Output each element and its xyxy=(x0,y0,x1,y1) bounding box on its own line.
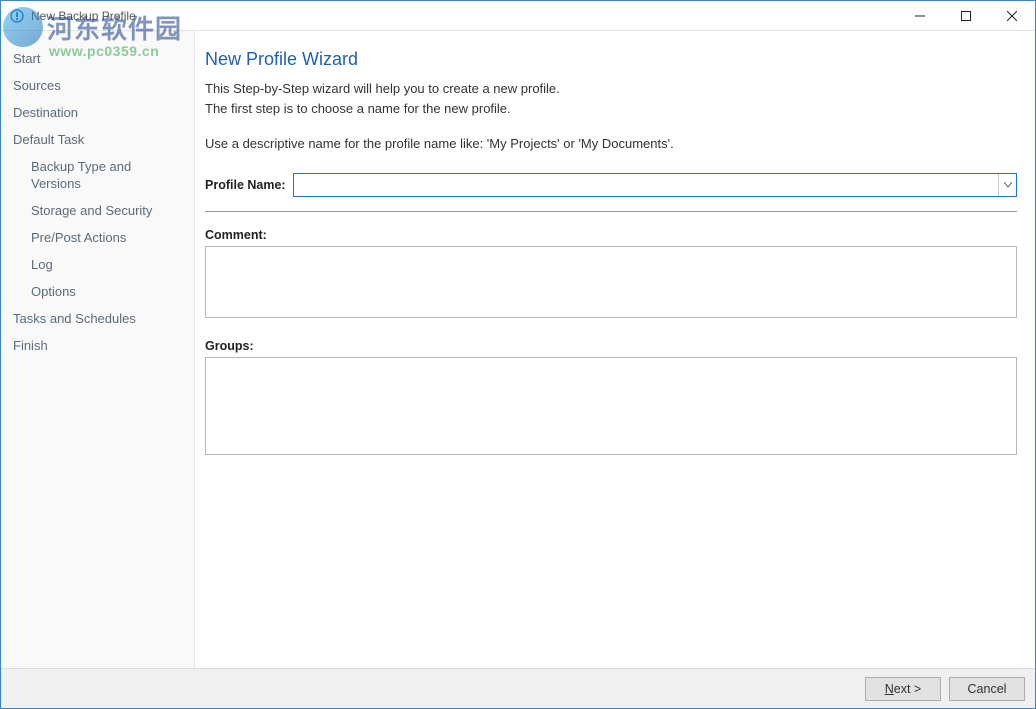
sidebar-item-backup-type[interactable]: Backup Type and Versions xyxy=(1,153,194,197)
sidebar-item-default-task[interactable]: Default Task xyxy=(1,126,194,153)
sidebar-item-log[interactable]: Log xyxy=(1,251,194,278)
sidebar-item-destination[interactable]: Destination xyxy=(1,99,194,126)
sidebar-item-finish[interactable]: Finish xyxy=(1,332,194,359)
titlebar[interactable]: New Backup Profile xyxy=(1,1,1035,31)
sidebar-item-label: Pre/Post Actions xyxy=(31,230,126,245)
sidebar-item-label: Log xyxy=(31,257,53,272)
maximize-button[interactable] xyxy=(943,1,989,30)
page-description: This Step-by-Step wizard will help you t… xyxy=(205,80,1017,120)
groups-listbox[interactable] xyxy=(205,357,1017,455)
minimize-button[interactable] xyxy=(897,1,943,30)
profile-name-label: Profile Name: xyxy=(205,178,293,192)
profile-name-row: Profile Name: xyxy=(205,173,1017,197)
sidebar-item-label: Backup Type and Versions xyxy=(31,159,131,191)
sidebar-item-start[interactable]: Start xyxy=(1,45,194,72)
sidebar-item-label: Storage and Security xyxy=(31,203,152,218)
desc-line: This Step-by-Step wizard will help you t… xyxy=(205,80,1017,98)
profile-name-combobox[interactable] xyxy=(293,173,1017,197)
sidebar-item-label: Tasks and Schedules xyxy=(13,311,136,326)
comment-field-wrap xyxy=(205,246,1017,321)
sidebar-item-label: Default Task xyxy=(13,132,84,147)
wizard-main-panel: New Profile Wizard This Step-by-Step wiz… xyxy=(195,31,1035,668)
sidebar-item-label: Destination xyxy=(13,105,78,120)
window-frame: 河东软件园 www.pc0359.cn New Backup Profile S… xyxy=(0,0,1036,709)
sidebar-item-options[interactable]: Options xyxy=(1,278,194,305)
sidebar-item-sources[interactable]: Sources xyxy=(1,72,194,99)
divider xyxy=(205,211,1017,212)
cancel-button-label: Cancel xyxy=(968,682,1007,696)
next-button-label: Next > xyxy=(885,682,921,696)
window-title: New Backup Profile xyxy=(31,9,136,23)
sidebar-item-tasks-schedules[interactable]: Tasks and Schedules xyxy=(1,305,194,332)
page-heading: New Profile Wizard xyxy=(205,49,1017,70)
close-button[interactable] xyxy=(989,1,1035,30)
sidebar-item-label: Options xyxy=(31,284,76,299)
window-body: Start Sources Destination Default Task B… xyxy=(1,31,1035,668)
sidebar-item-label: Sources xyxy=(13,78,61,93)
cancel-button[interactable]: Cancel xyxy=(949,677,1025,701)
profile-name-input[interactable] xyxy=(294,174,998,196)
page-hint: Use a descriptive name for the profile n… xyxy=(205,136,1017,151)
next-button[interactable]: Next > xyxy=(865,677,941,701)
chevron-down-icon[interactable] xyxy=(998,174,1016,196)
app-icon xyxy=(9,8,25,24)
sidebar-item-label: Finish xyxy=(13,338,48,353)
desc-line: The first step is to choose a name for t… xyxy=(205,100,1017,118)
wizard-footer: Next > Cancel xyxy=(1,668,1035,708)
comment-textarea[interactable] xyxy=(205,246,1017,318)
window-controls xyxy=(897,1,1035,30)
sidebar-item-label: Start xyxy=(13,51,40,66)
sidebar-item-storage-security[interactable]: Storage and Security xyxy=(1,197,194,224)
wizard-sidebar: Start Sources Destination Default Task B… xyxy=(1,31,195,668)
sidebar-item-pre-post-actions[interactable]: Pre/Post Actions xyxy=(1,224,194,251)
comment-label: Comment: xyxy=(205,228,1017,242)
groups-label: Groups: xyxy=(205,339,1017,353)
